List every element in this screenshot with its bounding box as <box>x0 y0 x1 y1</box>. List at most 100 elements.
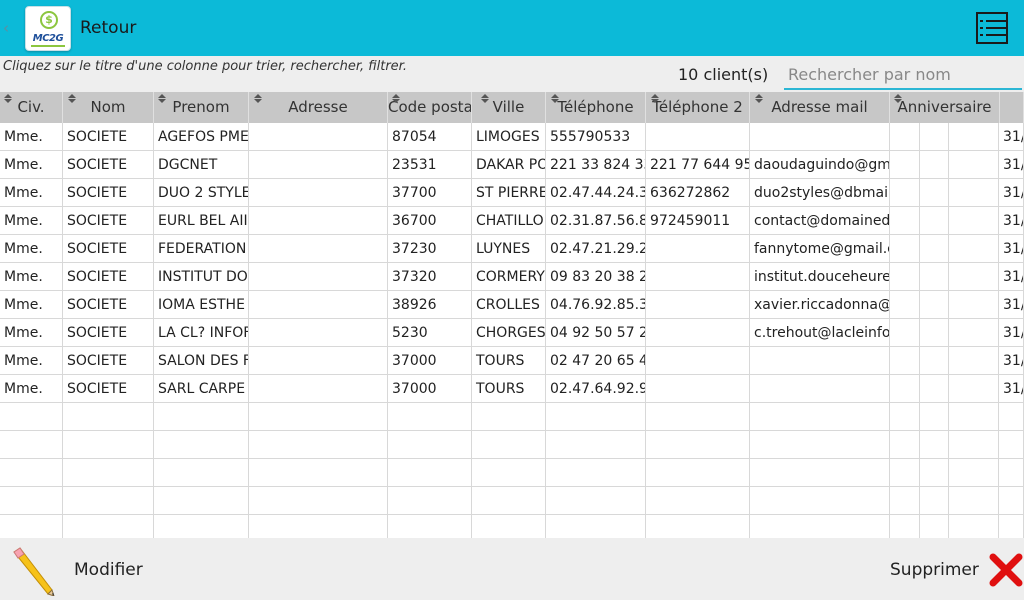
table-row[interactable]: Mme. SOCIETE AGEFOS PME 87054 LIMOGES 5557905… <box>0 123 1024 151</box>
table-cell: 221 77 644 95 9 <box>646 151 750 179</box>
table-row[interactable]: Mme. SOCIETE DUO 2 STYLE 37700 ST PIERRE 02.4… <box>0 179 1024 207</box>
table-cell <box>750 487 890 515</box>
bottom-action-bar: Modifier Supprimer <box>0 538 1024 600</box>
table-cell <box>63 459 154 487</box>
table-cell <box>249 207 388 235</box>
column-header[interactable]: Nom <box>63 92 154 123</box>
table-cell <box>920 207 949 235</box>
table-cell <box>249 403 388 431</box>
table-cell <box>646 123 750 151</box>
table-row[interactable]: Mme. SOCIETE IOMA ESTHE 38926 CROLLES 04.76.9… <box>0 291 1024 319</box>
table-cell: 31/ <box>999 263 1024 291</box>
dollar-icon: $ <box>40 11 58 29</box>
back-label[interactable]: Retour <box>80 17 136 39</box>
menu-line <box>986 27 1006 29</box>
search-input[interactable] <box>784 60 1022 90</box>
table-row[interactable]: Mme. SOCIETE INSTITUT DO 37320 CORMERY 09 83 … <box>0 263 1024 291</box>
table-cell: DAKAR PO <box>472 151 546 179</box>
column-header[interactable]: Téléphone <box>546 92 646 123</box>
table-cell <box>750 459 890 487</box>
table-cell <box>249 263 388 291</box>
table-cell <box>472 431 546 459</box>
column-header[interactable]: Adresse mail <box>750 92 890 123</box>
table-row[interactable]: Mme. SOCIETE LA CL? INFOF 5230 CHORGES 04 92 … <box>0 319 1024 347</box>
table-cell: 37000 <box>388 375 472 403</box>
table-cell <box>949 319 999 347</box>
table-cell <box>0 459 63 487</box>
table-cell <box>154 431 249 459</box>
table-cell <box>63 515 154 538</box>
table-row[interactable]: Mme. SOCIETE SARL CARPE 37000 TOURS 02.47.64.… <box>0 375 1024 403</box>
table-row[interactable]: Mme. SOCIETE SALON DES F 37000 TOURS 02 47 20… <box>0 347 1024 375</box>
table-cell: TOURS <box>472 347 546 375</box>
table-cell: Mme. <box>0 375 63 403</box>
table-cell <box>890 179 920 207</box>
table-cell <box>646 487 750 515</box>
table-cell <box>999 515 1024 538</box>
table-cell <box>546 403 646 431</box>
pencil-icon[interactable] <box>6 546 56 596</box>
table-cell: 37320 <box>388 263 472 291</box>
delete-x-icon[interactable] <box>988 552 1024 588</box>
table-cell <box>920 235 949 263</box>
table-cell <box>249 179 388 207</box>
column-header[interactable]: Prenom <box>154 92 249 123</box>
menu-line <box>986 20 1006 22</box>
table-cell <box>949 263 999 291</box>
table-cell: Mme. <box>0 151 63 179</box>
table-cell <box>949 207 999 235</box>
table-cell <box>646 235 750 263</box>
table-cell: EURL BEL AII <box>154 207 249 235</box>
table-cell <box>249 431 388 459</box>
table-cell <box>890 375 920 403</box>
column-header[interactable] <box>1000 92 1024 123</box>
column-header[interactable]: Anniversaire <box>890 92 1000 123</box>
table-row[interactable]: Mme. SOCIETE EURL BEL AII 36700 CHATILLO 02.3… <box>0 207 1024 235</box>
table-cell <box>646 403 750 431</box>
table-row[interactable]: Mme. SOCIETE FEDERATION 37230 LUYNES 02.47.21… <box>0 235 1024 263</box>
table-cell <box>0 403 63 431</box>
table-cell <box>154 515 249 538</box>
list-menu-icon[interactable] <box>976 12 1008 44</box>
table-cell: SOCIETE <box>63 123 154 151</box>
table-cell: 31/ <box>999 235 1024 263</box>
table-cell: 31/ <box>999 319 1024 347</box>
table-cell: SOCIETE <box>63 235 154 263</box>
table-cell <box>949 151 999 179</box>
table-cell <box>249 123 388 151</box>
column-header[interactable]: Adresse <box>249 92 388 123</box>
table-cell: institut.douceheure <box>750 263 890 291</box>
table-cell <box>0 431 63 459</box>
table-cell <box>890 403 920 431</box>
table-cell <box>750 403 890 431</box>
table-cell: 02.47.21.29.29 <box>546 235 646 263</box>
table-cell <box>750 347 890 375</box>
table-cell <box>63 403 154 431</box>
column-header[interactable]: Téléphone 2 <box>646 92 750 123</box>
table-cell: SOCIETE <box>63 347 154 375</box>
table-cell <box>949 431 999 459</box>
edit-button[interactable]: Modifier <box>74 560 143 580</box>
table-cell <box>154 487 249 515</box>
table-cell <box>999 487 1024 515</box>
app-logo[interactable]: $ MC2G <box>25 6 71 51</box>
delete-button[interactable]: Supprimer <box>890 560 979 580</box>
table-cell <box>249 319 388 347</box>
column-header[interactable]: Code postal <box>388 92 472 123</box>
table-cell: SALON DES F <box>154 347 249 375</box>
table-cell: 04.76.92.85.33 <box>546 291 646 319</box>
action-bar: ‹ $ MC2G Retour <box>0 0 1024 56</box>
table-cell <box>249 291 388 319</box>
table-body: Mme. SOCIETE AGEFOS PME 87054 LIMOGES 5557905… <box>0 123 1024 538</box>
table-cell <box>890 431 920 459</box>
table-cell <box>646 347 750 375</box>
table-cell <box>646 431 750 459</box>
table-cell <box>249 487 388 515</box>
table-cell: 972459011 <box>646 207 750 235</box>
table-cell <box>546 515 646 538</box>
back-chevron-icon[interactable]: ‹ <box>3 19 9 37</box>
table-cell: SARL CARPE <box>154 375 249 403</box>
table-row[interactable]: Mme. SOCIETE DGCNET 23531 DAKAR PO 221 33 824… <box>0 151 1024 179</box>
table-cell <box>949 403 999 431</box>
table-cell <box>646 291 750 319</box>
